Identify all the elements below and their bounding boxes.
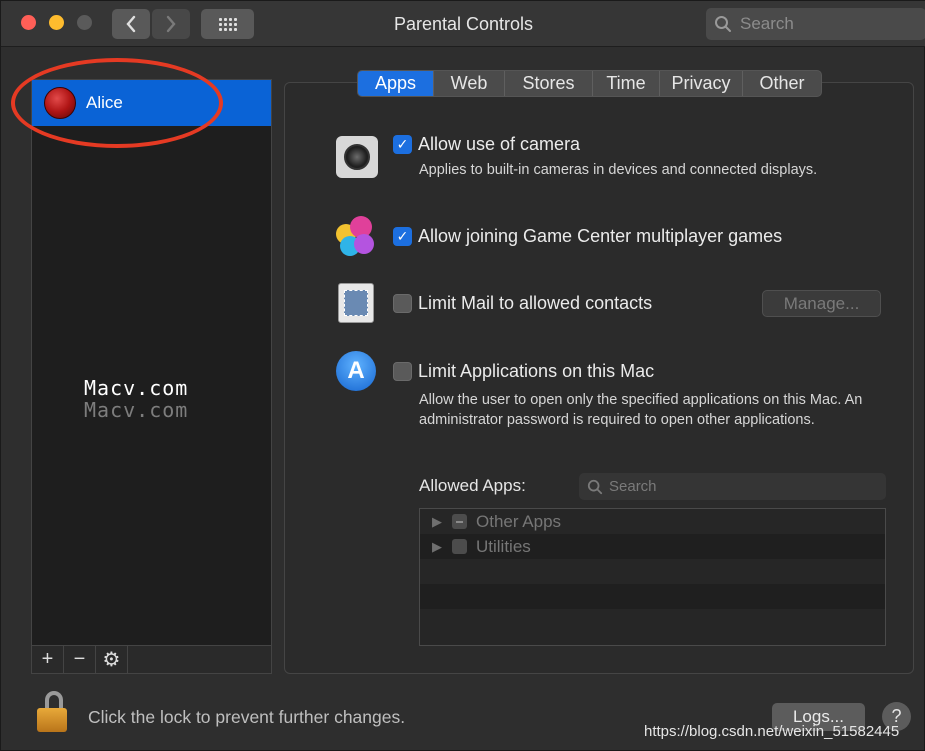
camera-checkbox[interactable]: ✓	[393, 135, 412, 154]
tab-bar: Apps Web Stores Time Privacy Other	[357, 70, 822, 97]
applications-label: Limit Applications on this Mac	[418, 361, 655, 381]
tab-stores[interactable]: Stores	[505, 71, 593, 96]
list-item[interactable]: ▶ Other Apps	[420, 509, 885, 534]
empty-row	[420, 559, 885, 584]
list-item-checkbox[interactable]	[452, 539, 467, 554]
allowed-apps-label: Allowed Apps:	[419, 476, 526, 495]
mail-icon	[338, 283, 374, 323]
url-watermark: https://blog.csdn.net/weixin_51582445	[644, 723, 900, 740]
tab-time[interactable]: Time	[593, 71, 660, 96]
disclosure-triangle-icon[interactable]: ▶	[432, 539, 444, 555]
game-center-label: Allow joining Game Center multiplayer ga…	[418, 226, 783, 246]
user-row-alice[interactable]: Alice	[32, 80, 271, 126]
lock-status-text: Click the lock to prevent further change…	[88, 707, 406, 727]
grid-icon	[218, 17, 237, 31]
app-store-icon: A	[336, 351, 376, 391]
tab-web[interactable]: Web	[434, 71, 505, 96]
list-item[interactable]: ▶ Utilities	[420, 534, 885, 559]
allowed-apps-search-input[interactable]: Search	[579, 473, 886, 500]
forward-button[interactable]	[152, 9, 190, 39]
empty-row	[420, 609, 885, 634]
add-user-button[interactable]: +	[32, 646, 64, 673]
camera-label: Allow use of camera	[418, 134, 581, 154]
title-bar: Parental Controls Search	[1, 1, 925, 47]
search-input[interactable]: Search	[706, 8, 925, 40]
user-list[interactable]: Alice Macv.com Macv.com	[31, 79, 272, 646]
back-button[interactable]	[112, 9, 150, 39]
search-icon	[715, 16, 731, 32]
camera-icon	[336, 136, 378, 178]
applications-checkbox[interactable]	[393, 362, 412, 381]
list-item-label: Utilities	[476, 536, 531, 556]
game-center-icon	[336, 216, 378, 258]
mail-label: Limit Mail to allowed contacts	[418, 293, 653, 313]
list-item-label: Other Apps	[476, 511, 562, 531]
camera-description: Applies to built-in cameras in devices a…	[419, 162, 818, 178]
manage-button[interactable]: Manage...	[762, 290, 881, 317]
user-avatar	[44, 87, 76, 119]
tab-other[interactable]: Other	[743, 71, 821, 96]
user-list-toolbar: + − ⚙	[31, 646, 272, 674]
list-item-checkbox[interactable]	[452, 514, 467, 529]
chevron-left-icon	[126, 15, 136, 33]
search-icon	[587, 479, 603, 494]
chevron-right-icon	[166, 15, 176, 33]
search-placeholder: Search	[740, 14, 794, 33]
zoom-window-button[interactable]	[77, 15, 92, 30]
minimize-window-button[interactable]	[49, 15, 64, 30]
allowed-apps-search-placeholder: Search	[609, 478, 657, 495]
watermark-text-shadow: Macv.com	[84, 398, 189, 422]
tab-privacy[interactable]: Privacy	[660, 71, 743, 96]
remove-user-button[interactable]: −	[64, 646, 96, 673]
parental-controls-window: Parental Controls Search Alice Macv.com …	[0, 0, 925, 751]
disclosure-triangle-icon[interactable]: ▶	[432, 514, 444, 530]
close-window-button[interactable]	[21, 15, 36, 30]
mail-checkbox[interactable]	[393, 294, 412, 313]
watermark-text: Macv.com	[84, 376, 189, 400]
user-options-button[interactable]: ⚙	[96, 646, 128, 673]
tab-apps[interactable]: Apps	[358, 71, 434, 96]
empty-row	[420, 584, 885, 609]
allowed-apps-list[interactable]: ▶ Other Apps ▶ Utilities	[419, 508, 886, 646]
user-name: Alice	[86, 93, 123, 112]
game-center-checkbox[interactable]: ✓	[393, 227, 412, 246]
lock-icon[interactable]	[37, 691, 71, 733]
show-all-button[interactable]	[201, 9, 254, 39]
applications-description: Allow the user to open only the specifie…	[419, 392, 863, 428]
